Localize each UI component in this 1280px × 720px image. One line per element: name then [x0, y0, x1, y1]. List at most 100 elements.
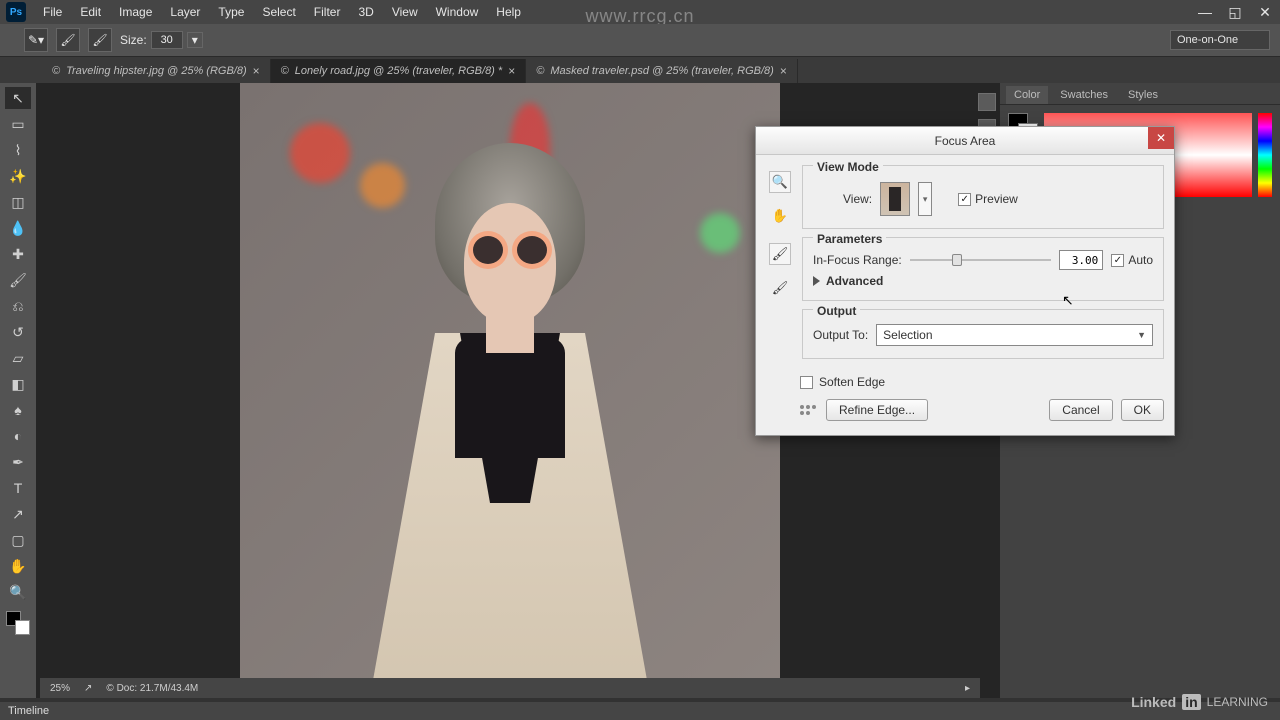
healing-brush-tool[interactable]: ✚: [5, 243, 31, 265]
in-focus-range-slider[interactable]: [910, 253, 1052, 267]
tool-preset-picker[interactable]: ✎▾: [24, 28, 48, 52]
dialog-titlebar[interactable]: Focus Area ✕: [756, 127, 1174, 155]
zoom-tool[interactable]: 🔍: [5, 581, 31, 603]
crop-tool[interactable]: ◫: [5, 191, 31, 213]
hand-tool[interactable]: ✋: [5, 555, 31, 577]
window-controls: — ◱ ✕: [1190, 0, 1280, 24]
doc-info[interactable]: © Doc: 21.7M/43.4M: [106, 683, 198, 694]
view-mode-group: View Mode View: ▾ ✓Preview: [802, 165, 1164, 229]
menu-image[interactable]: Image: [110, 5, 161, 19]
zoom-level[interactable]: 25%: [50, 683, 70, 694]
toolbox: ↖ ▭ ⌇ ✨ ◫ 💧 ✚ 🖌 ⎌ ↺ ▱ ◧ ♠ ◐ ✒ T ↗ ▢ ✋ 🔍: [0, 83, 36, 698]
doc-tab[interactable]: ©Traveling hipster.jpg @ 25% (RGB/8)×: [42, 59, 271, 83]
view-thumbnail[interactable]: [880, 182, 910, 216]
brush-tool[interactable]: 🖌: [5, 269, 31, 291]
path-tool[interactable]: ↗: [5, 503, 31, 525]
dodge-tool[interactable]: ◐: [5, 425, 31, 447]
magic-wand-tool[interactable]: ✨: [5, 165, 31, 187]
output-legend: Output: [813, 304, 860, 318]
exposure-icon[interactable]: ↗: [84, 683, 92, 694]
doc-tab-label: Masked traveler.psd @ 25% (traveler, RGB…: [550, 65, 774, 77]
maximize-button[interactable]: ◱: [1220, 0, 1250, 24]
menu-view[interactable]: View: [383, 5, 427, 19]
soften-edge-checkbox[interactable]: Soften Edge: [800, 375, 1164, 389]
view-mode-legend: View Mode: [813, 160, 883, 174]
tab-close-icon[interactable]: ×: [508, 64, 515, 78]
menu-layer[interactable]: Layer: [161, 5, 209, 19]
linkedin-learning-logo: LinkedinLEARNING: [1131, 694, 1268, 710]
doc-tab[interactable]: ©Masked traveler.psd @ 25% (traveler, RG…: [526, 59, 798, 83]
brush-add-icon[interactable]: 🖌: [56, 28, 80, 52]
menu-bar: Ps File Edit Image Layer Type Select Fil…: [0, 0, 1280, 24]
workspace-switcher[interactable]: One-on-One: [1170, 30, 1270, 50]
size-label: Size:: [120, 33, 147, 47]
document-canvas[interactable]: [240, 83, 780, 678]
tab-close-icon[interactable]: ×: [253, 64, 260, 78]
dialog-title: Focus Area: [935, 134, 996, 148]
parameters-group: Parameters In-Focus Range: ✓Auto: [802, 237, 1164, 301]
brush-add-icon[interactable]: 🖌: [769, 243, 791, 265]
output-to-value: Selection: [883, 328, 932, 342]
menu-window[interactable]: Window: [427, 5, 488, 19]
output-to-select[interactable]: Selection ▼: [876, 324, 1153, 346]
menu-select[interactable]: Select: [253, 5, 304, 19]
history-brush-tool[interactable]: ↺: [5, 321, 31, 343]
auto-label: Auto: [1128, 253, 1153, 267]
dialog-close-button[interactable]: ✕: [1148, 127, 1174, 149]
menu-filter[interactable]: Filter: [305, 5, 350, 19]
lasso-tool[interactable]: ⌇: [5, 139, 31, 161]
tab-swatches[interactable]: Swatches: [1052, 86, 1116, 104]
minimize-button[interactable]: —: [1190, 0, 1220, 24]
zoom-tool-icon[interactable]: 🔍: [769, 171, 791, 193]
brush-size-control: Size: ▾: [120, 31, 203, 49]
brush-subtract-icon[interactable]: 🖌: [769, 277, 791, 299]
fg-bg-color[interactable]: [6, 611, 30, 635]
clone-stamp-tool[interactable]: ⎌: [5, 295, 31, 317]
blur-tool[interactable]: ♠: [5, 399, 31, 421]
marquee-tool[interactable]: ▭: [5, 113, 31, 135]
gradient-tool[interactable]: ◧: [5, 373, 31, 395]
focus-area-dialog: Focus Area ✕ 🔍 ✋ View Mode View: ▾ ✓Prev: [755, 126, 1175, 436]
app-logo: Ps: [6, 2, 26, 22]
in-focus-range-input[interactable]: [1059, 250, 1103, 270]
shape-tool[interactable]: ▢: [5, 529, 31, 551]
doc-tab[interactable]: ©Lonely road.jpg @ 25% (traveler, RGB/8)…: [271, 59, 527, 83]
pen-tool[interactable]: ✒: [5, 451, 31, 473]
output-group: Output Output To: Selection ▼: [802, 309, 1164, 359]
size-input[interactable]: [151, 31, 183, 49]
options-bar: ✎▾ 🖌 🖌 Size: ▾ One-on-One: [0, 24, 1280, 57]
move-tool[interactable]: ↖: [5, 87, 31, 109]
brush-subtract-icon[interactable]: 🖌: [88, 28, 112, 52]
view-dropdown-icon[interactable]: ▾: [918, 182, 932, 216]
menu-file[interactable]: File: [34, 5, 71, 19]
tab-color[interactable]: Color: [1006, 86, 1048, 104]
refine-edge-button[interactable]: Refine Edge...: [826, 399, 928, 421]
tab-styles[interactable]: Styles: [1120, 86, 1166, 104]
soften-edge-label: Soften Edge: [819, 375, 885, 389]
eraser-tool[interactable]: ▱: [5, 347, 31, 369]
tab-close-icon[interactable]: ×: [780, 64, 787, 78]
close-button[interactable]: ✕: [1250, 0, 1280, 24]
menu-3d[interactable]: 3D: [349, 5, 382, 19]
status-bar: 25% ↗ © Doc: 21.7M/43.4M ▸: [40, 678, 980, 698]
type-tool[interactable]: T: [5, 477, 31, 499]
in-focus-range-label: In-Focus Range:: [813, 253, 902, 267]
view-label: View:: [843, 192, 872, 206]
disclosure-triangle-icon: [813, 276, 820, 286]
auto-checkbox[interactable]: ✓Auto: [1111, 253, 1153, 267]
hand-tool-icon[interactable]: ✋: [769, 205, 791, 227]
timeline-panel[interactable]: Timeline: [0, 702, 1280, 720]
ok-button[interactable]: OK: [1121, 399, 1164, 421]
eyedropper-tool[interactable]: 💧: [5, 217, 31, 239]
panel-icon[interactable]: [978, 93, 996, 111]
cancel-button[interactable]: Cancel: [1049, 399, 1112, 421]
hue-slider[interactable]: [1258, 113, 1272, 197]
preview-label: Preview: [975, 192, 1018, 206]
advanced-disclosure[interactable]: Advanced: [813, 270, 1153, 290]
size-stepper-icon[interactable]: ▾: [187, 32, 203, 48]
menu-edit[interactable]: Edit: [71, 5, 110, 19]
preview-checkbox[interactable]: ✓Preview: [958, 192, 1018, 206]
menu-help[interactable]: Help: [487, 5, 530, 19]
scroll-arrow-icon[interactable]: ▸: [965, 683, 970, 694]
menu-type[interactable]: Type: [209, 5, 253, 19]
